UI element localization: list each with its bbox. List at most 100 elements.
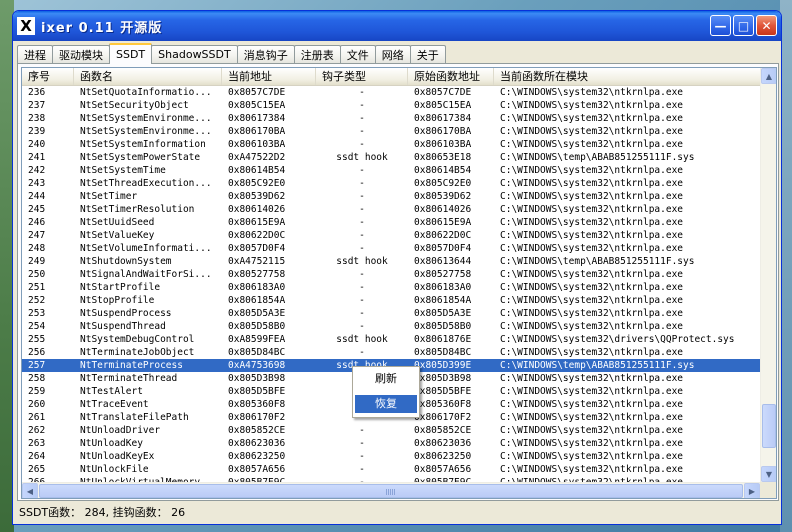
minimize-button[interactable]: — <box>710 15 731 36</box>
tab-network[interactable]: 网络 <box>374 45 411 63</box>
cell-original-address: 0x80527758 <box>414 269 472 280</box>
cell-module: C:\WINDOWS\system32\ntkrnlpa.exe <box>500 217 684 228</box>
table-row[interactable]: 255 NtSystemDebugControl 0xA8599FEA ssdt ho… <box>22 333 762 346</box>
title-bar[interactable]: X ixer 0.11 开源版 — □ ✕ <box>13 11 781 41</box>
cell-hook-type: - <box>359 100 365 111</box>
context-menu-refresh[interactable]: 刷新 <box>355 370 417 388</box>
cell-index: 255 <box>28 334 46 345</box>
cell-hook-type: - <box>359 113 365 124</box>
table-row[interactable]: 241 NtSetSystemPowerState 0xA47522D2 ssdt h… <box>22 151 762 164</box>
cell-original-address: 0x806170F2 <box>414 412 472 423</box>
cell-index: 243 <box>28 178 46 189</box>
cell-current-address: 0x805D84BC <box>228 347 286 358</box>
title-bar-buttons: — □ ✕ <box>710 15 777 36</box>
cell-module: C:\WINDOWS\system32\ntkrnlpa.exe <box>500 87 684 98</box>
tab-driver-modules[interactable]: 驱动模块 <box>52 45 110 63</box>
table-row[interactable]: 250 NtSignalAndWaitForSi... 0x80527758 - 0x8… <box>22 268 762 281</box>
cell-index: 258 <box>28 373 46 384</box>
cell-hook-type: ssdt hook <box>336 334 388 345</box>
scroll-up-arrow-icon[interactable]: ▲ <box>761 68 776 84</box>
scrollbar-corner <box>760 482 776 498</box>
cell-function-name: NtSetTimerResolution <box>80 204 195 215</box>
cell-original-address: 0x80614B54 <box>414 165 472 176</box>
table-row[interactable]: 252 NtStopProfile 0x8061854A - 0x8061854A C:\… <box>22 294 762 307</box>
cell-index: 236 <box>28 87 46 98</box>
cell-hook-type: - <box>359 243 365 254</box>
tab-process[interactable]: 进程 <box>17 45 53 63</box>
scroll-right-arrow-icon[interactable]: ▶ <box>744 483 760 498</box>
column-header-module[interactable]: 当前函数所在模块 <box>494 68 776 85</box>
cell-module: C:\WINDOWS\system32\ntkrnlpa.exe <box>500 204 684 215</box>
horizontal-scroll-thumb[interactable] <box>39 484 743 498</box>
table-row[interactable]: 236 NtSetQuotaInformatio... 0x8057C7DE - 0x8… <box>22 86 762 99</box>
table-row[interactable]: 254 NtSuspendThread 0x805D58B0 - 0x805D58B0 C… <box>22 320 762 333</box>
close-button[interactable]: ✕ <box>756 15 777 36</box>
table-row[interactable]: 262 NtUnloadDriver 0x805852CE - 0x805852CE C:… <box>22 424 762 437</box>
table-row[interactable]: 238 NtSetSystemEnvironme... 0x80617384 - 0x8… <box>22 112 762 125</box>
cell-function-name: NtTerminateJobObject <box>80 347 195 358</box>
tab-shadow-ssdt[interactable]: ShadowSSDT <box>151 45 238 63</box>
table-row[interactable]: 239 NtSetSystemEnvironme... 0x806170BA - 0x8… <box>22 125 762 138</box>
column-header-hook-type[interactable]: 钩子类型 <box>316 68 408 85</box>
column-header-current-address[interactable]: 当前地址 <box>222 68 316 85</box>
table-row[interactable]: 247 NtSetValueKey 0x80622D0C - 0x80622D0C C:\… <box>22 229 762 242</box>
cell-hook-type: - <box>359 438 365 449</box>
table-row[interactable]: 251 NtStartProfile 0x806183A0 - 0x806183A0 C:… <box>22 281 762 294</box>
cell-current-address: 0x8057C7DE <box>228 87 286 98</box>
table-row[interactable]: 248 NtSetVolumeInformati... 0x8057D0F4 - 0x8… <box>22 242 762 255</box>
cell-hook-type: - <box>359 204 365 215</box>
cell-original-address: 0x80539D62 <box>414 191 472 202</box>
cell-hook-type: - <box>359 308 365 319</box>
cell-index: 247 <box>28 230 46 241</box>
cell-index: 262 <box>28 425 46 436</box>
cell-hook-type: - <box>359 139 365 150</box>
tab-about[interactable]: 关于 <box>409 45 446 63</box>
tab-message-hooks[interactable]: 消息钩子 <box>236 45 295 63</box>
context-menu-restore[interactable]: 恢复 <box>355 395 417 413</box>
table-row[interactable]: 246 NtSetUuidSeed 0x80615E9A - 0x80615E9A C:\… <box>22 216 762 229</box>
cell-current-address: 0x805D5BFE <box>228 386 286 397</box>
cell-current-address: 0xA47522D2 <box>228 152 286 163</box>
cell-original-address: 0x8061876E <box>414 334 472 345</box>
cell-module: C:\WINDOWS\temp\ABAB851255111F.sys <box>500 152 695 163</box>
vertical-scrollbar[interactable]: ▲ ▼ <box>760 68 776 482</box>
cell-current-address: 0x806183A0 <box>228 282 286 293</box>
table-row[interactable]: 249 NtShutdownSystem 0xA4752115 ssdt hook 0x… <box>22 255 762 268</box>
status-bar: SSDT函数： 284, 挂钩函数： 26 <box>19 506 186 519</box>
tab-registry[interactable]: 注册表 <box>293 45 341 63</box>
ssdt-list-view[interactable]: 序号 函数名 当前地址 钩子类型 原始函数地址 当前函数所在模块 236 NtSe… <box>21 67 777 499</box>
table-row[interactable]: 244 NtSetTimer 0x80539D62 - 0x80539D62 C:\WIN… <box>22 190 762 203</box>
table-row[interactable]: 256 NtTerminateJobObject 0x805D84BC - 0x805D… <box>22 346 762 359</box>
scroll-down-arrow-icon[interactable]: ▼ <box>761 466 776 482</box>
cell-function-name: NtSetSystemTime <box>80 165 166 176</box>
cell-module: C:\WINDOWS\system32\ntkrnlpa.exe <box>500 373 684 384</box>
column-header-index[interactable]: 序号 <box>22 68 74 85</box>
cell-function-name: NtSetSecurityObject <box>80 100 189 111</box>
tab-strip: 进程 驱动模块 SSDT ShadowSSDT 消息钩子 注册表 文件 网络 关… <box>17 43 446 64</box>
cell-function-name: NtStartProfile <box>80 282 161 293</box>
main-window: X ixer 0.11 开源版 — □ ✕ 进程 驱动模块 SSDT Shado… <box>12 10 782 525</box>
table-row[interactable]: 253 NtSuspendProcess 0x805D5A3E - 0x805D5A3E… <box>22 307 762 320</box>
cell-index: 240 <box>28 139 46 150</box>
cell-original-address: 0x805D5BFE <box>414 386 472 397</box>
table-row[interactable]: 237 NtSetSecurityObject 0x805C15EA - 0x805C1… <box>22 99 762 112</box>
table-row[interactable]: 240 NtSetSystemInformation 0x806103BA - 0x80… <box>22 138 762 151</box>
maximize-button[interactable]: □ <box>733 15 754 36</box>
table-row[interactable]: 263 NtUnloadKey 0x80623036 - 0x80623036 C:\WI… <box>22 437 762 450</box>
table-row[interactable]: 245 NtSetTimerResolution 0x80614026 - 0x8061… <box>22 203 762 216</box>
table-row[interactable]: 243 NtSetThreadExecution... 0x805C92E0 - 0x8… <box>22 177 762 190</box>
tab-files[interactable]: 文件 <box>339 45 376 63</box>
cell-original-address: 0x80622D0C <box>414 230 472 241</box>
column-header-original-address[interactable]: 原始函数地址 <box>408 68 494 85</box>
column-header-function-name[interactable]: 函数名 <box>74 68 222 85</box>
tab-ssdt[interactable]: SSDT <box>109 43 153 64</box>
horizontal-scrollbar[interactable]: ◀ ▶ <box>22 482 762 498</box>
cell-index: 256 <box>28 347 46 358</box>
table-row[interactable]: 264 NtUnloadKeyEx 0x80623250 - 0x80623250 C:\… <box>22 450 762 463</box>
cell-current-address: 0x805C15EA <box>228 100 286 111</box>
scroll-left-arrow-icon[interactable]: ◀ <box>22 483 38 498</box>
table-row[interactable]: 242 NtSetSystemTime 0x80614B54 - 0x80614B54 C… <box>22 164 762 177</box>
vertical-scroll-thumb[interactable] <box>762 404 776 448</box>
table-row[interactable]: 265 NtUnlockFile 0x8057A656 - 0x8057A656 C:\W… <box>22 463 762 476</box>
cell-hook-type: ssdt hook <box>336 152 388 163</box>
